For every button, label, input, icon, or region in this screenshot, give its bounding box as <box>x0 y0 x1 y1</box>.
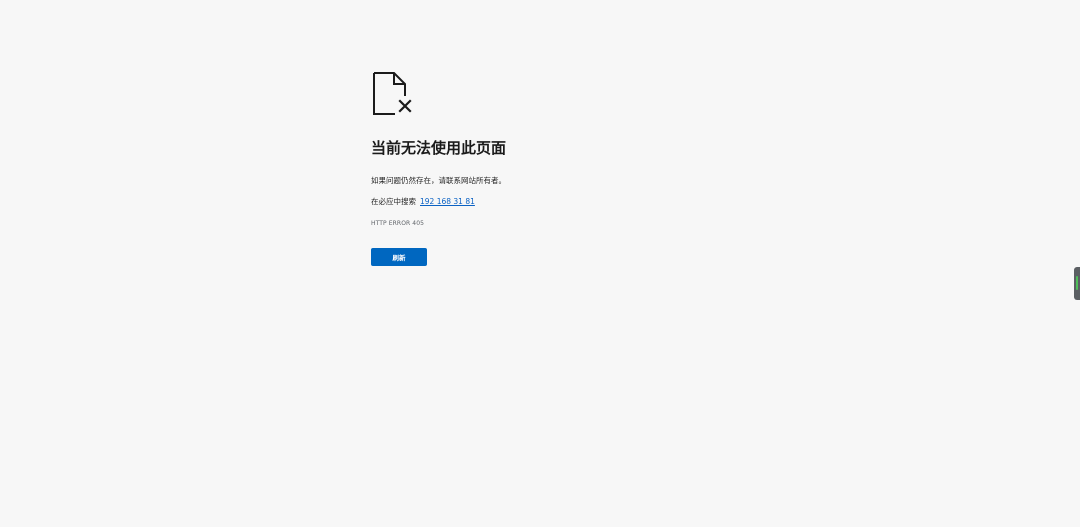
sidebar-toggle-handle[interactable] <box>1074 267 1080 300</box>
bing-search-link[interactable]: 192 168 31 81 <box>420 197 475 206</box>
broken-document-icon <box>373 72 412 115</box>
search-suggestion: 在必应中搜索 192 168 31 81 <box>371 196 791 208</box>
refresh-button[interactable]: 刷新 <box>371 248 427 266</box>
http-error-code: HTTP ERROR 405 <box>371 220 425 227</box>
error-description: 如果问题仍然存在，请联系网站所有者。 <box>371 176 506 185</box>
page-title: 当前无法使用此页面 <box>371 139 507 157</box>
handle-indicator-icon <box>1076 276 1078 290</box>
browser-error-page: 当前无法使用此页面 如果问题仍然存在，请联系网站所有者。 在必应中搜索 192 1… <box>0 0 1080 527</box>
search-prefix: 在必应中搜索 <box>371 197 416 206</box>
error-content: 当前无法使用此页面 如果问题仍然存在，请联系网站所有者。 在必应中搜索 192 1… <box>371 72 791 266</box>
